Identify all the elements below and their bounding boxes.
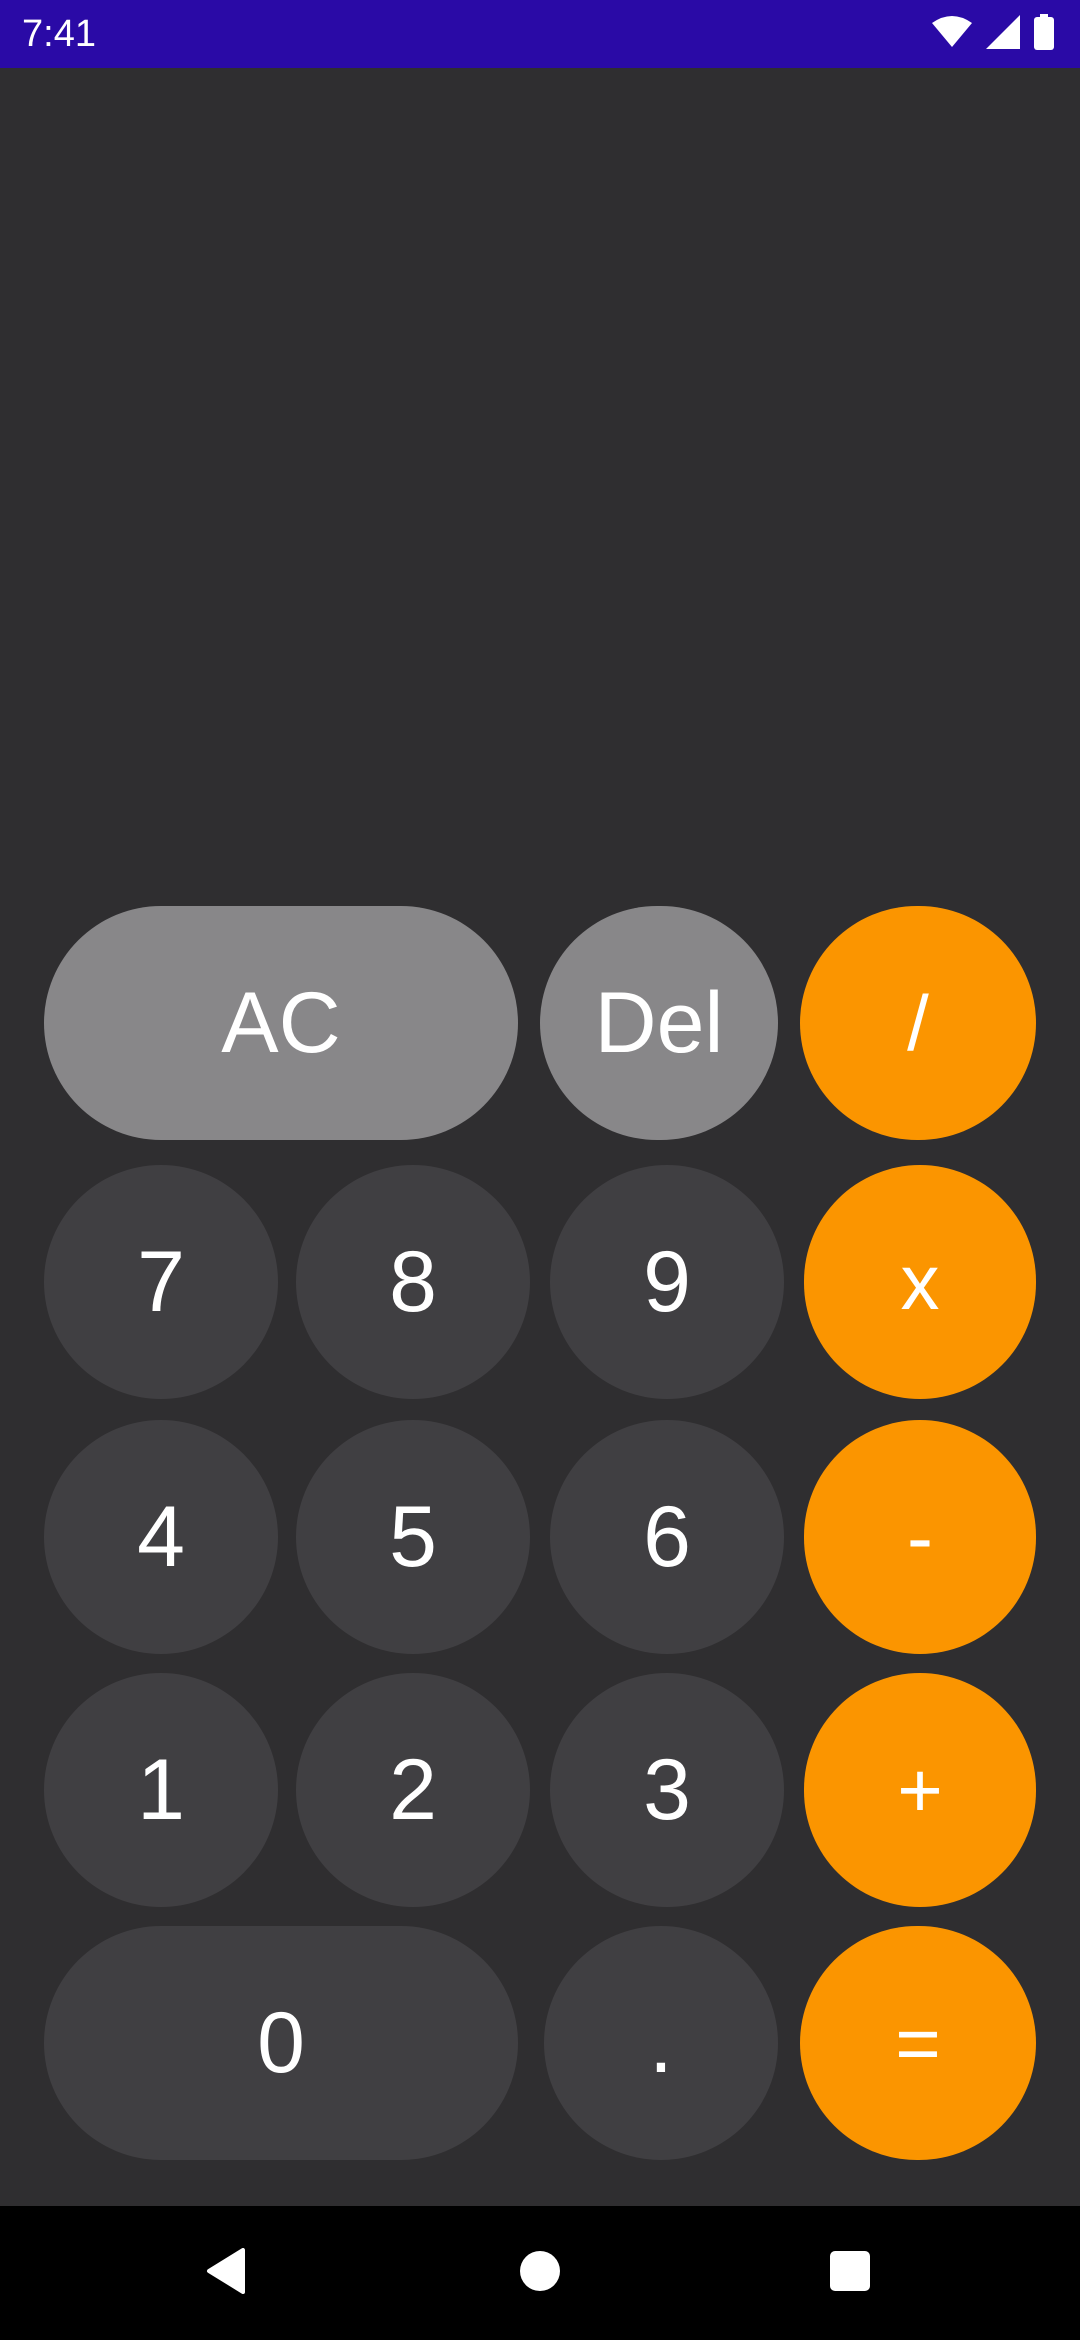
wifi-icon	[932, 15, 972, 54]
digit-3-button[interactable]: 3	[550, 1673, 784, 1907]
calculator-display	[40, 68, 1040, 888]
home-button[interactable]	[500, 2233, 580, 2313]
home-icon	[519, 2250, 561, 2297]
plus-button[interactable]: +	[804, 1673, 1036, 1907]
decimal-button[interactable]: .	[544, 1926, 778, 2160]
digit-5-button[interactable]: 5	[296, 1420, 530, 1654]
multiply-button[interactable]: x	[804, 1165, 1036, 1399]
battery-icon	[1034, 13, 1054, 55]
calculator-app: AC Del / 7 8 9 x 4 5 6 - 1 2 3 + 0 . =	[0, 68, 1080, 2206]
digit-9-button[interactable]: 9	[550, 1165, 784, 1399]
digit-0-button[interactable]: 0	[44, 1926, 518, 2160]
equals-button[interactable]: =	[800, 1926, 1036, 2160]
digit-6-button[interactable]: 6	[550, 1420, 784, 1654]
back-icon	[205, 2247, 247, 2299]
digit-7-button[interactable]: 7	[44, 1165, 278, 1399]
recents-button[interactable]	[810, 2233, 890, 2313]
signal-icon	[986, 14, 1020, 54]
back-button[interactable]	[186, 2233, 266, 2313]
digit-4-button[interactable]: 4	[44, 1420, 278, 1654]
recents-icon	[830, 2250, 870, 2296]
digit-1-button[interactable]: 1	[44, 1673, 278, 1907]
status-bar: 7:41	[0, 0, 1080, 68]
digit-2-button[interactable]: 2	[296, 1673, 530, 1907]
digit-8-button[interactable]: 8	[296, 1165, 530, 1399]
status-icons	[932, 13, 1054, 55]
ac-button[interactable]: AC	[44, 906, 518, 1140]
navigation-bar	[0, 2206, 1080, 2340]
minus-button[interactable]: -	[804, 1420, 1036, 1654]
status-time: 7:41	[22, 13, 96, 55]
divide-button[interactable]: /	[800, 906, 1036, 1140]
del-button[interactable]: Del	[540, 906, 778, 1140]
